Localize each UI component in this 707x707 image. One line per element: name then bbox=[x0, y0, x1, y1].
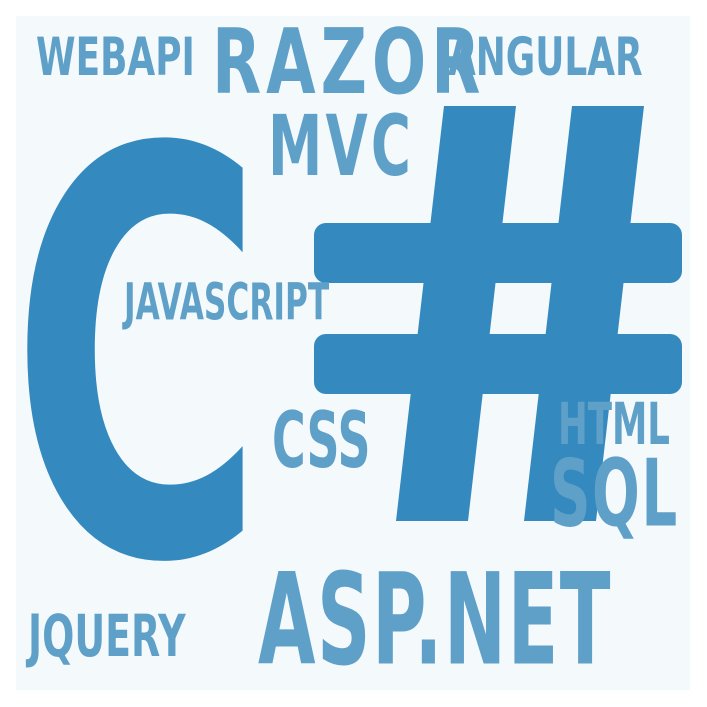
word-mvc: MVC bbox=[268, 96, 415, 196]
word-aspnet: ASP.NET bbox=[258, 545, 612, 690]
word-webapi: WEBAPI bbox=[36, 25, 195, 88]
hash-bar-top bbox=[314, 223, 682, 283]
word-css: CSS bbox=[272, 394, 371, 486]
word-jquery: JQUERY bbox=[28, 603, 186, 671]
hash-bar-bottom bbox=[314, 334, 682, 394]
word-cloud: C WEBAPI RAZOR ANGULAR MVC JAVASCRIPT CS… bbox=[16, 16, 690, 690]
word-sql: SQL bbox=[550, 440, 679, 548]
word-angular: ANGULAR bbox=[448, 25, 643, 88]
word-razor: RAZOR bbox=[212, 16, 486, 115]
word-javascript: JAVASCRIPT bbox=[124, 273, 330, 333]
